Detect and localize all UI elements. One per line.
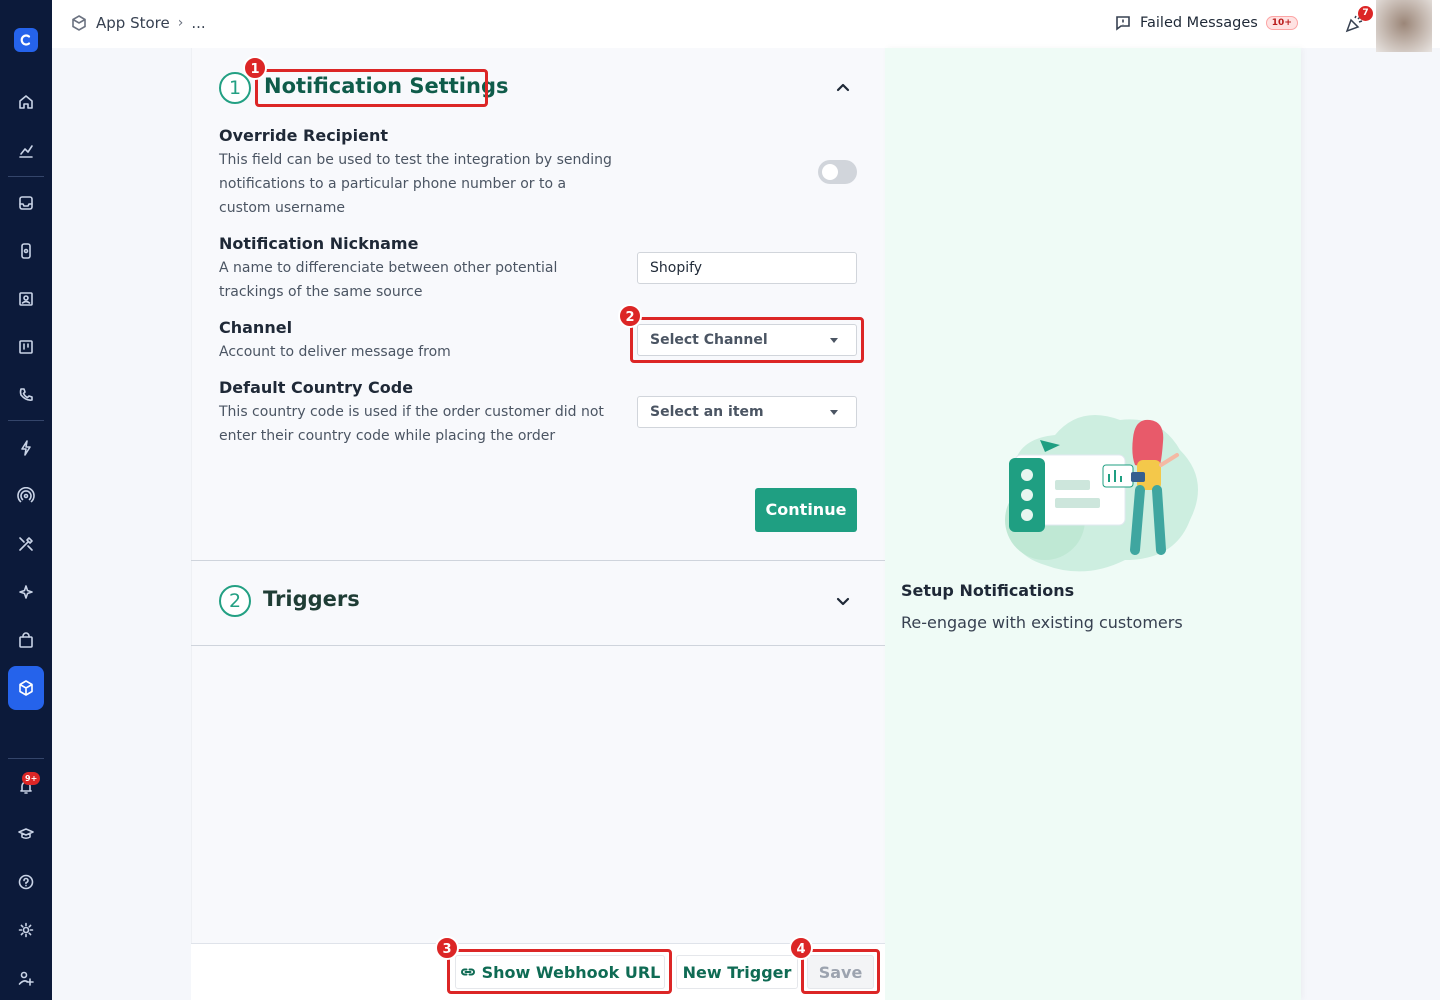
failed-messages-label: Failed Messages <box>1140 15 1258 31</box>
country-code-select-value: Select an item <box>650 404 764 420</box>
country-code-label: Default Country Code <box>219 378 414 397</box>
channel-label: Channel <box>219 318 293 337</box>
channel-select-value: Select Channel <box>650 332 768 348</box>
phone-icon[interactable] <box>17 386 35 404</box>
nickname-label: Notification Nickname <box>219 234 419 253</box>
app-logo[interactable] <box>14 28 38 52</box>
app-store-icon <box>72 15 86 31</box>
top-bar: App Store › ... Failed Messages 10+ 7 <box>52 0 1440 52</box>
home-icon[interactable] <box>17 93 35 111</box>
failed-messages-link[interactable]: Failed Messages 10+ <box>1114 14 1298 32</box>
board-icon[interactable] <box>17 338 35 356</box>
caret-down-icon <box>830 410 838 415</box>
gear-icon[interactable] <box>17 921 35 939</box>
override-recipient-toggle[interactable] <box>818 160 857 184</box>
chevron-right-icon: › <box>177 15 184 31</box>
shopping-bag-icon[interactable] <box>17 631 35 649</box>
annotation-marker-2: 2 <box>618 304 642 328</box>
show-webhook-url-label: Show Webhook URL <box>481 962 661 982</box>
notification-badge: 9+ <box>22 772 41 785</box>
show-webhook-url-button[interactable]: Show Webhook URL <box>455 955 665 989</box>
breadcrumb: App Store › ... <box>70 14 206 32</box>
annotation-marker-4: 4 <box>789 936 813 960</box>
override-recipient-desc: This field can be used to test the integ… <box>219 152 612 216</box>
annotation-marker-1: 1 <box>243 56 267 80</box>
setup-subtitle: Re-engage with existing customers <box>901 613 1183 632</box>
breadcrumb-ellipsis[interactable]: ... <box>191 14 205 32</box>
announcements-badge: 7 <box>1358 6 1373 21</box>
continue-button[interactable]: Continue <box>755 488 857 532</box>
inbox-icon[interactable] <box>17 194 35 212</box>
message-alert-icon <box>1116 16 1130 31</box>
breadcrumb-app-store[interactable]: App Store <box>96 14 170 32</box>
failed-messages-count: 10+ <box>1265 16 1298 30</box>
divider <box>191 560 885 561</box>
divider <box>191 645 885 646</box>
step-2-indicator: 2 <box>219 585 251 617</box>
tools-icon[interactable] <box>17 535 35 553</box>
nickname-desc: A name to differenciate between other po… <box>219 260 558 300</box>
annotation-marker-3: 3 <box>435 936 459 960</box>
contacts-icon[interactable] <box>17 290 35 308</box>
analytics-icon[interactable] <box>17 142 35 160</box>
caret-down-icon <box>830 338 838 343</box>
nickname-input[interactable]: Shopify <box>637 252 857 284</box>
sparkle-icon[interactable] <box>17 583 35 601</box>
avatar[interactable] <box>1376 0 1432 52</box>
app-store-icon[interactable] <box>17 679 35 697</box>
channel-select[interactable]: Select Channel <box>637 324 857 356</box>
broadcast-icon[interactable] <box>17 486 35 505</box>
link-icon <box>460 968 475 976</box>
channel-desc: Account to deliver message from <box>219 344 451 360</box>
setup-illustration <box>985 410 1205 575</box>
chevron-up-icon[interactable] <box>835 80 851 96</box>
lightning-icon[interactable] <box>17 439 35 457</box>
country-code-desc: This country code is used if the order c… <box>219 404 604 444</box>
save-button[interactable]: Save <box>807 955 874 989</box>
graduation-cap-icon[interactable] <box>17 825 35 843</box>
country-code-select[interactable]: Select an item <box>637 396 857 428</box>
chevron-down-icon[interactable] <box>835 593 851 609</box>
setup-title: Setup Notifications <box>901 581 1075 600</box>
section-title-triggers[interactable]: Triggers <box>263 587 360 611</box>
help-icon[interactable] <box>17 873 35 891</box>
new-trigger-button[interactable]: New Trigger <box>676 955 798 989</box>
user-settings-icon[interactable] <box>17 969 35 987</box>
toggle-knob <box>822 164 838 180</box>
sidebar: 9+ <box>0 0 52 1000</box>
override-recipient-label: Override Recipient <box>219 126 388 145</box>
section-title-notification-settings[interactable]: Notification Settings <box>264 74 508 98</box>
device-icon[interactable] <box>17 242 35 260</box>
